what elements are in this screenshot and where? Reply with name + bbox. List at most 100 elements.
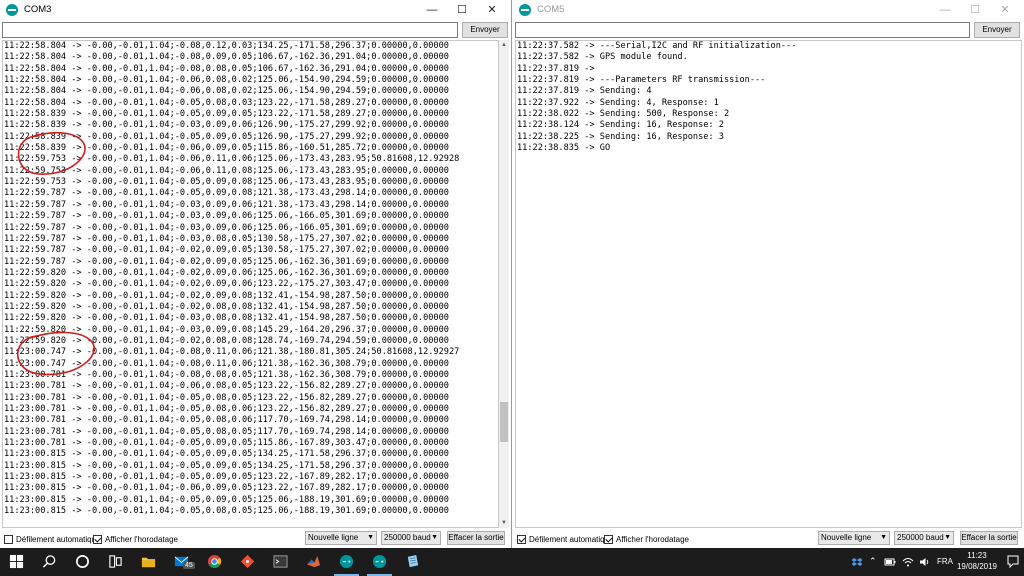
log-line: 11:22:58.839 -> -0.00,-0.01,1.04;-0.05,0…: [4, 131, 449, 142]
search-button[interactable]: [33, 548, 66, 576]
log-line: 11:23:00.815 -> -0.00,-0.01,1.04;-0.05,0…: [4, 506, 449, 517]
maximize-button[interactable]: ☐: [960, 0, 990, 20]
arduino-ide-button[interactable]: [363, 548, 396, 576]
log-line: 11:22:58.804 -> -0.00,-0.01,1.04;-0.06,0…: [4, 75, 449, 86]
log-line: 11:22:58.839 -> -0.00,-0.01,1.04;-0.05,0…: [4, 109, 449, 120]
vertical-scrollbar[interactable]: ▲ ▼: [499, 40, 509, 528]
matlab-button[interactable]: [297, 548, 330, 576]
log-line: 11:23:00.747 -> -0.00,-0.01,1.04;-0.08,0…: [4, 358, 449, 369]
notes-app-button[interactable]: [396, 548, 429, 576]
clear-output-button[interactable]: Effacer la sortie: [447, 531, 505, 545]
scroll-up-icon[interactable]: ▲: [499, 40, 509, 50]
chevron-down-icon: ▼: [944, 534, 951, 541]
baud-select[interactable]: 250000 baud ▼: [894, 531, 954, 545]
timestamp-checkbox[interactable]: [93, 534, 102, 544]
log-line: 11:23:00.815 -> -0.00,-0.01,1.04;-0.06,0…: [4, 483, 449, 494]
timestamp-toggle[interactable]: Afficher l'horodatage: [93, 533, 178, 545]
send-button[interactable]: Envoyer: [974, 22, 1020, 38]
timestamp-label: Afficher l'horodatage: [616, 534, 689, 544]
serial-monitor-com5: COM5 — ☐ ✕ Envoyer 11:22:37.582 -> ---Se…: [513, 0, 1024, 548]
send-input[interactable]: [2, 22, 458, 38]
maximize-button[interactable]: ☐: [447, 0, 477, 20]
log-line: 11:23:00.781 -> -0.00,-0.01,1.04;-0.06,0…: [4, 381, 449, 392]
autoscroll-label: Défilement automatique: [16, 534, 101, 544]
send-button[interactable]: Envoyer: [462, 22, 508, 38]
file-explorer-button[interactable]: [132, 548, 165, 576]
tray-overflow-icon[interactable]: ⌃: [869, 556, 877, 567]
scroll-down-icon[interactable]: ▼: [499, 518, 509, 528]
clear-output-button[interactable]: Effacer la sortie: [960, 531, 1018, 545]
log-line: 11:22:59.787 -> -0.00,-0.01,1.04;-0.03,0…: [4, 199, 449, 210]
task-view-icon: [109, 555, 122, 568]
chrome-button[interactable]: [198, 548, 231, 576]
start-button[interactable]: [0, 548, 33, 576]
battery-icon[interactable]: [884, 556, 896, 568]
autoscroll-checkbox[interactable]: [4, 534, 13, 544]
baud-value: 250000 baud: [384, 533, 431, 542]
volume-icon[interactable]: [919, 556, 931, 568]
log-line: 11:23:00.815 -> -0.00,-0.01,1.04;-0.05,0…: [4, 472, 449, 483]
git-app-button[interactable]: [231, 548, 264, 576]
log-line: 11:22:59.820 -> -0.00,-0.01,1.04;-0.02,0…: [4, 279, 449, 290]
dropbox-icon[interactable]: [852, 556, 862, 568]
cortana-ring-icon: [76, 555, 89, 568]
action-center-icon[interactable]: [1007, 555, 1019, 568]
log-line: 11:22:38.124 -> Sending: 16, Response: 2: [517, 120, 724, 131]
cortana-button[interactable]: [66, 548, 99, 576]
log-line: 11:23:00.781 -> -0.00,-0.01,1.04;-0.05,0…: [4, 392, 449, 403]
arduino-icon: [519, 4, 531, 16]
log-line: 11:22:59.753 -> -0.00,-0.01,1.04;-0.05,0…: [4, 177, 449, 188]
git-diamond-icon: [240, 554, 255, 569]
log-line: 11:22:59.787 -> -0.00,-0.01,1.04;-0.02,0…: [4, 256, 449, 267]
arduino-icon: [339, 554, 354, 569]
log-line: 11:22:58.804 -> -0.00,-0.01,1.04;-0.08,0…: [4, 52, 449, 63]
log-line: 11:22:37.819 -> Sending: 4: [517, 86, 652, 97]
line-ending-select[interactable]: Nouvelle ligne ▼: [305, 531, 377, 545]
timestamp-checkbox[interactable]: [604, 534, 613, 544]
send-input[interactable]: [515, 22, 970, 38]
autoscroll-label: Défilement automatique: [529, 534, 614, 544]
timestamp-toggle[interactable]: Afficher l'horodatage: [604, 533, 689, 545]
clock-time: 11:23: [967, 551, 987, 560]
mail-app-button[interactable]: 45: [165, 548, 198, 576]
log-line: 11:22:37.582 -> ---Serial,I2C and RF ini…: [517, 41, 797, 51]
log-line: 11:22:58.804 -> -0.00,-0.01,1.04;-0.05,0…: [4, 97, 449, 108]
scrollbar-thumb[interactable]: [500, 402, 508, 442]
autoscroll-checkbox[interactable]: [517, 534, 526, 544]
log-line: 11:23:00.781 -> -0.00,-0.01,1.04;-0.05,0…: [4, 438, 449, 449]
line-ending-value: Nouvelle ligne: [821, 533, 872, 542]
baud-select[interactable]: 250000 baud ▼: [381, 531, 441, 545]
task-view-button[interactable]: [99, 548, 132, 576]
input-language[interactable]: FRA: [937, 557, 953, 566]
taskbar: 45 ⌃ FRA 11:23 19/08/2019: [0, 548, 1024, 576]
chevron-down-icon: ▼: [880, 534, 887, 541]
line-ending-value: Nouvelle ligne: [308, 533, 359, 542]
minimize-button[interactable]: —: [417, 0, 447, 20]
arduino-ide-button[interactable]: [330, 548, 363, 576]
chrome-icon: [207, 554, 222, 569]
autoscroll-toggle[interactable]: Défilement automatique: [517, 533, 614, 545]
serial-output[interactable]: 11:22:58.804 -> -0.00,-0.01,1.04;-0.08,0…: [2, 40, 499, 528]
log-line: 11:22:37.819 -> ---Parameters RF transmi…: [517, 75, 766, 86]
title-bar[interactable]: COM3 — ☐ ✕: [0, 0, 511, 20]
log-line: 11:22:59.820 -> -0.00,-0.01,1.04;-0.03,0…: [4, 324, 449, 335]
minimize-button[interactable]: —: [930, 0, 960, 20]
log-line: 11:22:59.820 -> -0.00,-0.01,1.04;-0.02,0…: [4, 267, 449, 278]
search-icon: [42, 555, 56, 568]
log-line: 11:22:59.787 -> -0.00,-0.01,1.04;-0.05,0…: [4, 188, 449, 199]
baud-value: 250000 baud: [897, 533, 944, 542]
wifi-icon[interactable]: [902, 556, 914, 568]
line-ending-select[interactable]: Nouvelle ligne ▼: [818, 531, 890, 545]
terminal-button[interactable]: [264, 548, 297, 576]
close-button[interactable]: ✕: [477, 0, 507, 20]
clock[interactable]: 11:23 19/08/2019: [952, 550, 1002, 574]
close-button[interactable]: ✕: [990, 0, 1020, 20]
log-line: 11:22:38.835 -> GO: [517, 143, 611, 154]
serial-output[interactable]: 11:22:37.582 -> ---Serial,I2C and RF ini…: [515, 40, 1022, 528]
windows-logo-icon: [9, 554, 24, 569]
title-bar[interactable]: COM5 — ☐ ✕: [513, 0, 1024, 20]
log-line: 11:22:59.787 -> -0.00,-0.01,1.04;-0.03,0…: [4, 211, 449, 222]
send-row: Envoyer: [0, 20, 511, 40]
log-line: 11:23:00.781 -> -0.00,-0.01,1.04;-0.05,0…: [4, 426, 449, 437]
autoscroll-toggle[interactable]: Défilement automatique: [4, 533, 101, 545]
